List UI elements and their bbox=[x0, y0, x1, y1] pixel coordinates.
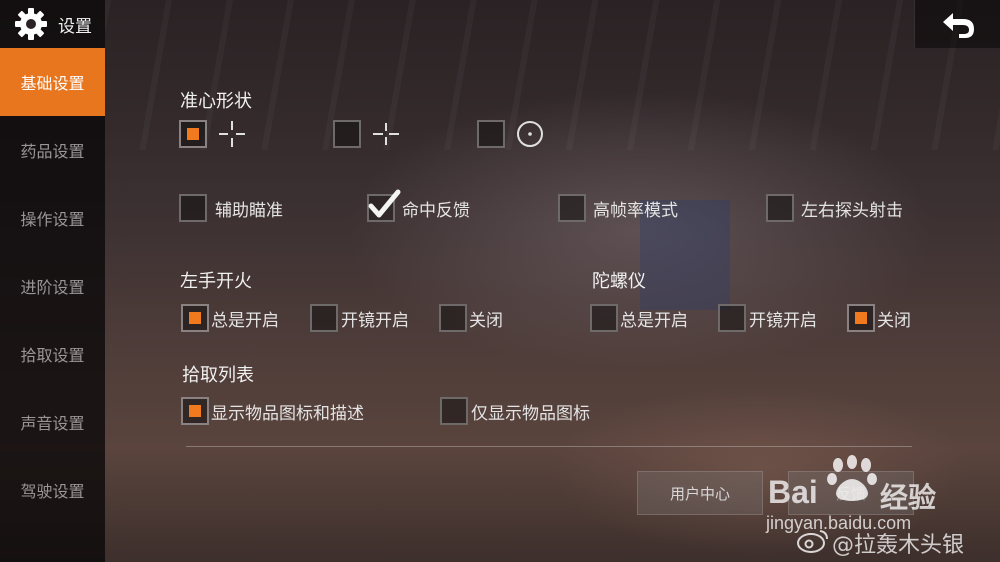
checkmark-icon bbox=[368, 189, 401, 218]
sidebar-item-sound[interactable]: 声音设置 bbox=[0, 388, 105, 456]
radio-box[interactable] bbox=[310, 304, 338, 332]
pickup-section-title: 拾取列表 bbox=[182, 365, 254, 386]
back-button[interactable] bbox=[914, 0, 1000, 48]
return-arrow-icon bbox=[942, 13, 974, 38]
option-label: 仅显示物品图标 bbox=[471, 403, 590, 424]
radio-box[interactable] bbox=[181, 304, 209, 332]
left-fire-scope[interactable]: 开镜开启 bbox=[310, 304, 409, 332]
sidebar-item-controls[interactable]: 操作设置 bbox=[0, 184, 105, 252]
watermark-author: @拉轰木头银 bbox=[832, 533, 965, 558]
baidu-paw-logo bbox=[827, 455, 877, 501]
divider bbox=[186, 446, 912, 447]
gyro-off[interactable]: 关闭 bbox=[847, 304, 911, 332]
sidebar-item-advanced[interactable]: 进阶设置 bbox=[0, 252, 105, 320]
radio-box[interactable] bbox=[718, 304, 746, 332]
settings-sidebar: 基础设置 药品设置 操作设置 进阶设置 拾取设置 声音设置 驾驶设置 bbox=[0, 48, 105, 562]
left-fire-off[interactable]: 关闭 bbox=[439, 304, 503, 332]
crosshair-checkbox[interactable] bbox=[477, 120, 505, 148]
hit-feedback-label: 命中反馈 bbox=[402, 200, 470, 221]
sidebar-item-label: 进阶设置 bbox=[20, 278, 85, 297]
radio-box[interactable] bbox=[847, 304, 875, 332]
crosshair-option-2[interactable] bbox=[333, 119, 401, 149]
pickup-icon-only[interactable]: 仅显示物品图标 bbox=[440, 397, 590, 425]
radio-box[interactable] bbox=[439, 304, 467, 332]
peek-shoot-toggle[interactable]: 左右探头射击 bbox=[766, 194, 903, 222]
top-bar: 设置 bbox=[0, 0, 1000, 48]
crosshair-option-1[interactable] bbox=[179, 119, 247, 149]
radio-box[interactable] bbox=[590, 304, 618, 332]
option-label: 关闭 bbox=[877, 310, 911, 331]
option-label: 开镜开启 bbox=[341, 310, 409, 331]
checkbox[interactable] bbox=[367, 189, 401, 222]
crosshair-option-3[interactable] bbox=[477, 119, 545, 149]
high-fps-toggle[interactable]: 高帧率模式 bbox=[558, 194, 678, 222]
sidebar-item-label: 药品设置 bbox=[20, 142, 85, 161]
weibo-icon bbox=[797, 530, 828, 553]
watermark-brand-suffix: 经验 bbox=[880, 481, 937, 514]
sidebar-item-label: 基础设置 bbox=[20, 74, 85, 93]
watermark-brand: Bai bbox=[768, 474, 818, 510]
gear-icon bbox=[15, 8, 47, 40]
radio-box[interactable] bbox=[181, 397, 209, 425]
gyroscope-section-title: 陀螺仪 bbox=[592, 271, 646, 292]
sidebar-item-basic[interactable]: 基础设置 bbox=[0, 48, 105, 116]
sidebar-item-label: 拾取设置 bbox=[20, 346, 85, 365]
sidebar-item-pickup[interactable]: 拾取设置 bbox=[0, 320, 105, 388]
option-label: 总是开启 bbox=[211, 310, 279, 331]
option-label: 关闭 bbox=[469, 310, 503, 331]
aim-assist-label: 辅助瞄准 bbox=[215, 200, 283, 221]
sidebar-item-driving[interactable]: 驾驶设置 bbox=[0, 456, 105, 524]
user-center-button[interactable]: 用户中心 bbox=[637, 471, 763, 515]
radio-box[interactable] bbox=[440, 397, 468, 425]
pickup-icon-and-desc[interactable]: 显示物品图标和描述 bbox=[181, 397, 364, 425]
left-fire-section-title: 左手开火 bbox=[180, 271, 252, 292]
checkbox[interactable] bbox=[766, 194, 794, 222]
checkbox[interactable] bbox=[179, 194, 207, 222]
high-fps-label: 高帧率模式 bbox=[593, 200, 678, 221]
option-label: 开镜开启 bbox=[749, 310, 817, 331]
checkbox[interactable] bbox=[558, 194, 586, 222]
option-label: 显示物品图标和描述 bbox=[211, 403, 364, 424]
sidebar-item-medicine[interactable]: 药品设置 bbox=[0, 116, 105, 184]
page-title: 设置 bbox=[58, 16, 92, 37]
sidebar-item-label: 操作设置 bbox=[20, 210, 85, 229]
cross-icon bbox=[219, 121, 245, 147]
gyro-always[interactable]: 总是开启 bbox=[590, 304, 688, 332]
crosshair-section-title: 准心形状 bbox=[180, 91, 252, 112]
aim-assist-toggle[interactable]: 辅助瞄准 bbox=[179, 194, 283, 222]
option-label: 总是开启 bbox=[620, 310, 688, 331]
cross-icon bbox=[373, 123, 399, 145]
crosshair-checkbox[interactable] bbox=[333, 120, 361, 148]
sidebar-item-label: 声音设置 bbox=[20, 414, 85, 433]
left-fire-always[interactable]: 总是开启 bbox=[181, 304, 279, 332]
peek-shoot-label: 左右探头射击 bbox=[801, 200, 903, 221]
user-center-label: 用户中心 bbox=[669, 484, 730, 503]
gyro-scope[interactable]: 开镜开启 bbox=[718, 304, 817, 332]
circle-dot-icon bbox=[517, 121, 543, 147]
crosshair-checkbox[interactable] bbox=[179, 120, 207, 148]
settings-title-area: 设置 bbox=[0, 0, 105, 48]
hit-feedback-toggle[interactable]: 命中反馈 bbox=[367, 189, 470, 222]
sidebar-item-label: 驾驶设置 bbox=[20, 482, 85, 501]
